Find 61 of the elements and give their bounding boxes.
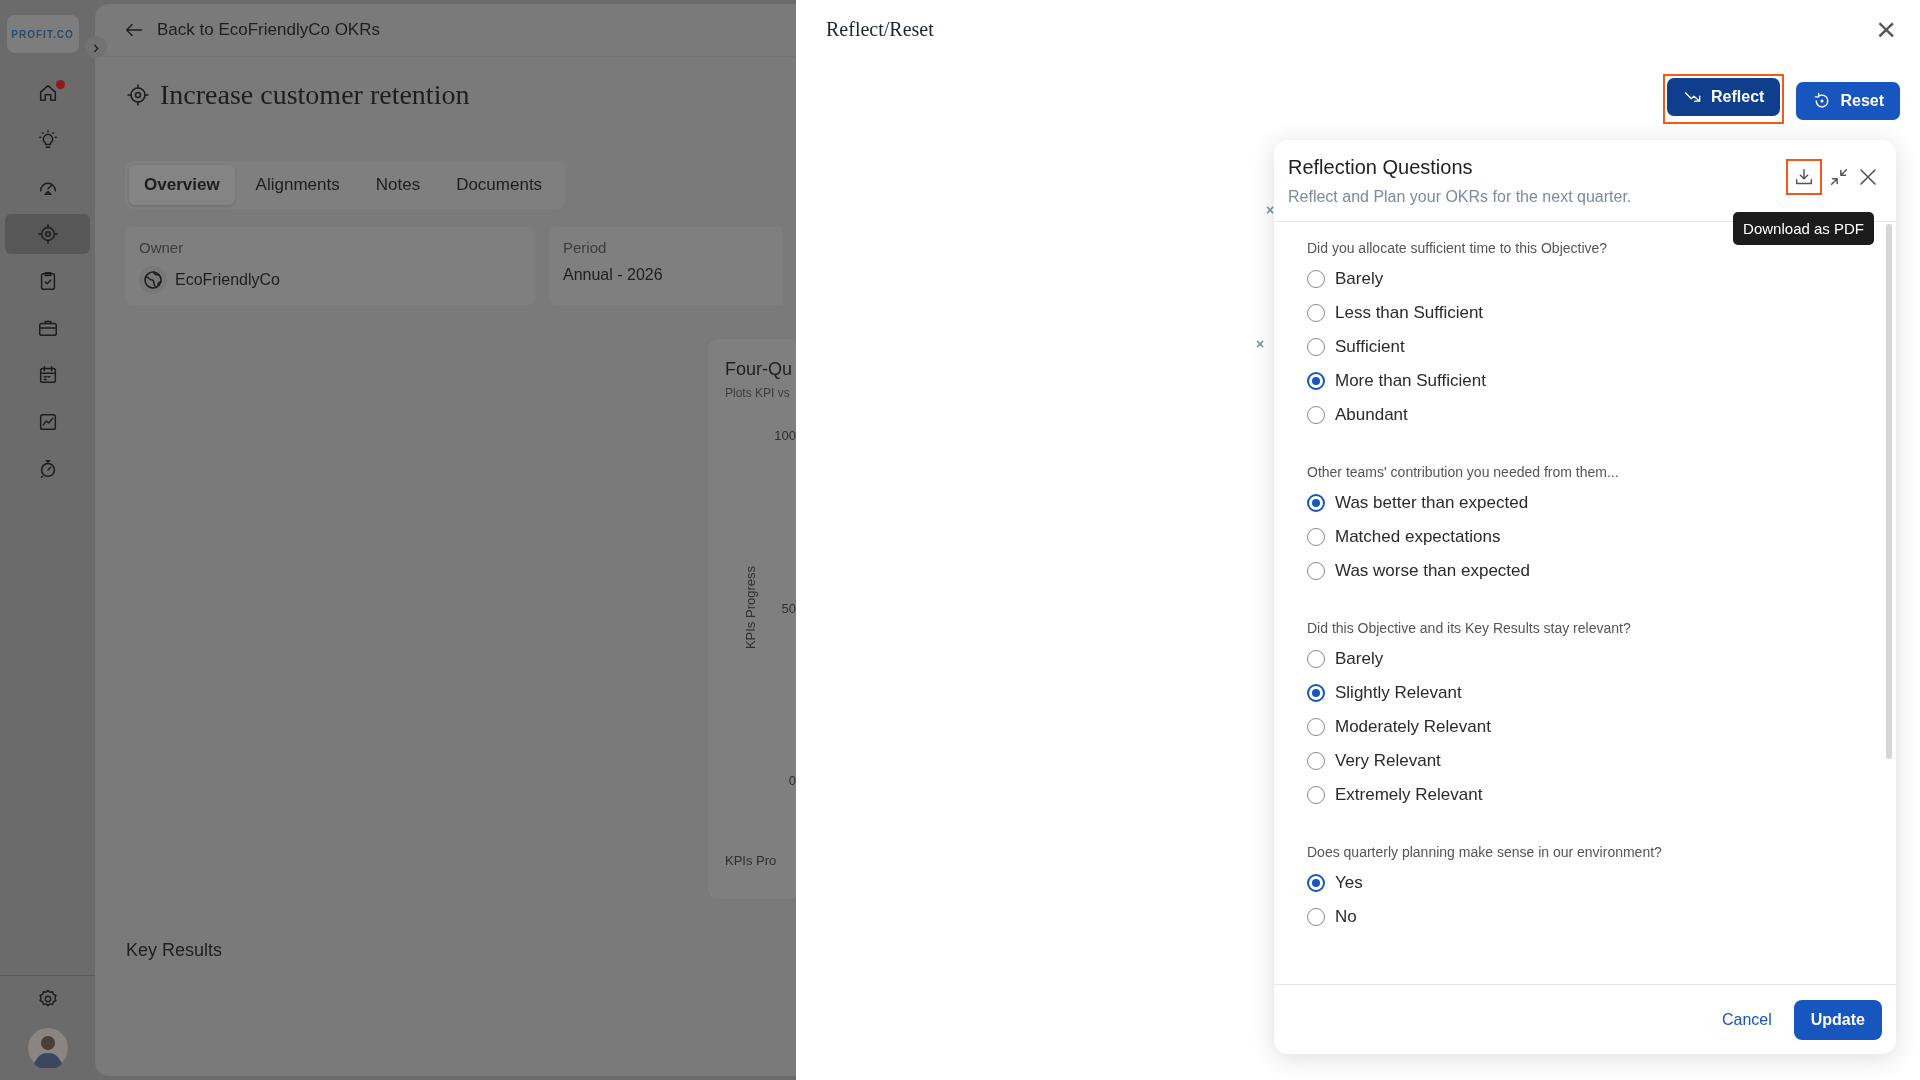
target-icon <box>36 223 59 245</box>
question-text: Did you allocate sufficient time to this Objective? <box>1307 240 1609 256</box>
radio-option[interactable]: Less than Sufficient <box>1307 296 1484 330</box>
radio-option[interactable]: Yes <box>1307 866 1363 900</box>
avatar[interactable] <box>27 1028 68 1068</box>
radio-button[interactable] <box>1307 684 1325 702</box>
close-mark: × <box>1266 202 1275 218</box>
chart-title: Four-Qu <box>725 359 794 380</box>
reset-button[interactable]: Reset <box>1796 82 1900 120</box>
radio-option[interactable]: Was better than expected <box>1307 486 1529 520</box>
globe-icon <box>141 268 165 292</box>
axis-tick: 100 <box>774 428 796 443</box>
axis-tick: 50 <box>781 600 796 616</box>
question-text: Does quarterly planning make sense in our environment? <box>1307 844 1663 860</box>
back-link[interactable]: Back to EcoFriendlyCo OKRs <box>123 19 380 41</box>
tab[interactable]: Alignments <box>240 165 355 205</box>
card-title: Reflection Questions <box>1288 156 1474 179</box>
tooltip: Download as PDF <box>1733 212 1874 245</box>
radio-option[interactable]: Abundant <box>1307 398 1408 432</box>
tab[interactable]: Overview <box>129 165 235 205</box>
reflect-button[interactable]: Reflect <box>1667 78 1781 116</box>
radio-option[interactable]: Barely <box>1307 262 1384 296</box>
radio-option[interactable]: Moderately Relevant <box>1307 710 1491 744</box>
cancel-button[interactable]: Cancel <box>1721 1010 1772 1029</box>
radio-option[interactable]: No <box>1307 900 1357 934</box>
radio-option[interactable]: Matched expectations <box>1307 520 1501 554</box>
field-label: Period <box>563 239 608 256</box>
owner-name: EcoFriendlyCo <box>175 271 280 289</box>
drawer-title: Reflect/Reset <box>826 17 934 41</box>
axis-label: KPIs Progress <box>743 566 758 650</box>
update-button[interactable]: Update <box>1793 999 1882 1040</box>
chart-legend: KPIs Pro <box>725 853 796 868</box>
sidebar-item[interactable] <box>5 214 90 254</box>
radio-option[interactable]: Slightly Relevant <box>1307 676 1462 710</box>
tab[interactable]: Notes <box>360 165 436 205</box>
chart-subtitle: Plots KPI vs <box>725 386 791 400</box>
tab[interactable]: Documents <box>441 165 558 205</box>
period-value: Annual - 2026 <box>563 266 664 284</box>
close-button[interactable]: × <box>1876 14 1896 44</box>
question-text: Other teams' contribution you needed from them... <box>1307 464 1620 480</box>
target-icon <box>126 83 150 107</box>
scrollbar[interactable] <box>1886 224 1892 759</box>
radio-option[interactable]: Extremely Relevant <box>1307 778 1483 812</box>
objective-title: Increase customer retention <box>160 79 470 111</box>
radio-button[interactable] <box>1307 372 1325 390</box>
expand-button[interactable]: › <box>85 36 107 58</box>
radio-option[interactable]: Very Relevant <box>1307 744 1441 778</box>
radio-option[interactable]: Barely <box>1307 642 1384 676</box>
radio-button[interactable] <box>1307 874 1325 892</box>
radio-option[interactable]: Was worse than expected <box>1307 554 1530 588</box>
field-label: Owner <box>139 239 185 256</box>
section-heading: Key Results <box>126 940 224 961</box>
axis-tick: 0 <box>788 773 796 788</box>
radio-option[interactable]: More than Sufficient <box>1307 364 1486 398</box>
card-subtitle: Reflect and Plan your OKRs for the next quarter. <box>1288 188 1632 206</box>
lightbulb-icon <box>36 129 59 151</box>
close-mark: × <box>1256 336 1265 352</box>
question-text: Did this Objective and its Key Results stay relevant? <box>1307 620 1632 636</box>
radio-option[interactable]: Sufficient <box>1307 330 1405 364</box>
collapse-icon[interactable] <box>1828 166 1850 188</box>
radio-button[interactable] <box>1307 494 1325 512</box>
